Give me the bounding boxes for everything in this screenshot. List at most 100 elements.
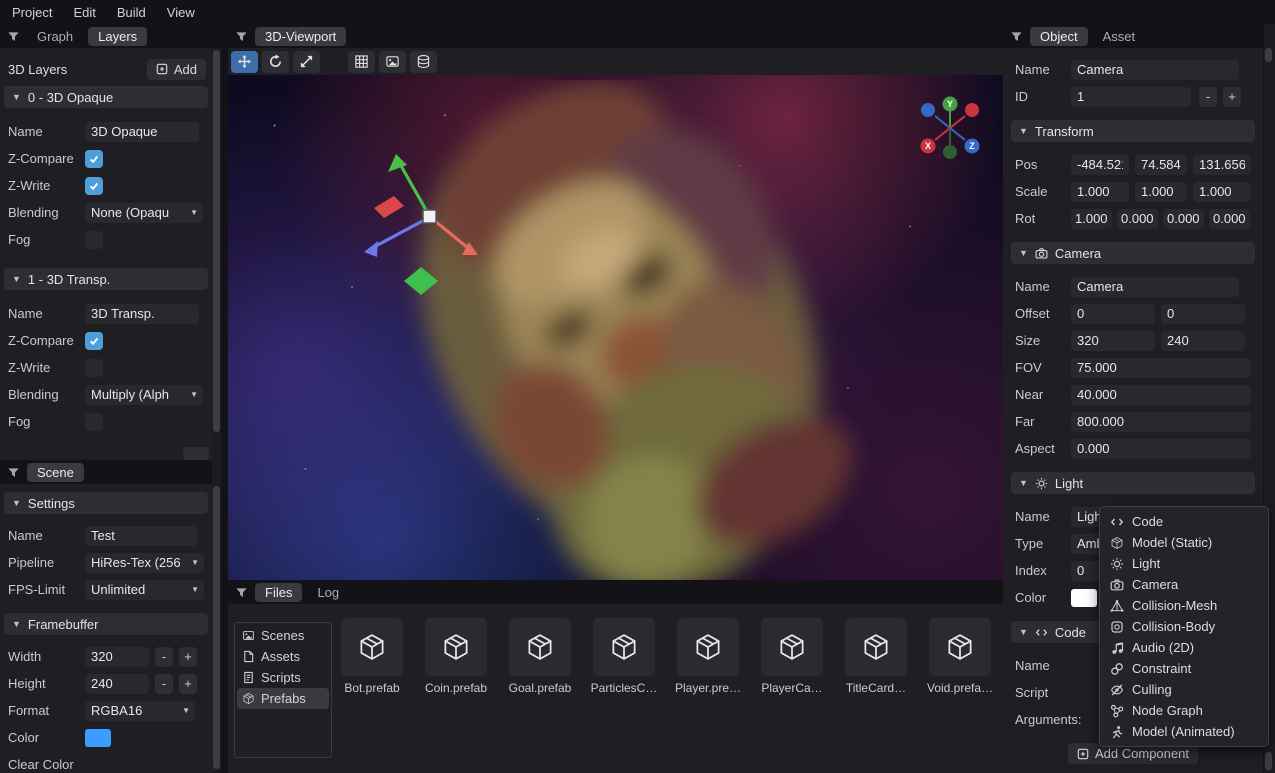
prefab-item[interactable]: TitleCard…	[844, 618, 908, 695]
left-panel-scrollbar[interactable]	[212, 48, 221, 773]
tree-item-prefabs[interactable]: Prefabs	[237, 688, 329, 709]
rot-y-input[interactable]	[1163, 209, 1204, 229]
layer1-z-write-checkbox[interactable]	[85, 359, 103, 377]
prefab-button[interactable]	[425, 618, 487, 676]
menu-view[interactable]: View	[167, 5, 195, 20]
light-color-swatch[interactable]	[1071, 589, 1097, 607]
add-layer-button[interactable]: Add	[147, 59, 206, 80]
filter-icon[interactable]	[235, 586, 248, 599]
prefab-button[interactable]	[341, 618, 403, 676]
menu-item-light[interactable]: Light	[1100, 553, 1268, 574]
width-input[interactable]	[85, 647, 149, 667]
size-w-input[interactable]	[1071, 331, 1155, 351]
menu-item-culling[interactable]: Culling	[1100, 679, 1268, 700]
camera-name-input[interactable]	[1071, 277, 1239, 297]
gizmo-center-handle[interactable]	[423, 210, 436, 223]
pos-x-input[interactable]	[1071, 155, 1129, 175]
menu-item-camera[interactable]: Camera	[1100, 574, 1268, 595]
gizmo-plane-handle-red[interactable]	[374, 196, 404, 218]
fov-input[interactable]	[1071, 358, 1251, 378]
object-id-input[interactable]	[1071, 87, 1191, 107]
settings-section-header[interactable]: ▼ Settings	[4, 492, 208, 514]
prefab-item[interactable]: Player.pre…	[676, 618, 740, 695]
light-section-header[interactable]: ▼ Light	[1011, 472, 1255, 494]
far-input[interactable]	[1071, 412, 1251, 432]
format-dropdown[interactable]: RGBA16 ▼	[85, 701, 195, 721]
menu-item-node-graph[interactable]: Node Graph	[1100, 700, 1268, 721]
tab-object[interactable]: Object	[1030, 27, 1088, 46]
layer0-name-input[interactable]	[85, 122, 199, 142]
render-view-button[interactable]	[379, 51, 406, 73]
move-tool-button[interactable]	[231, 51, 258, 73]
tree-item-scripts[interactable]: Scripts	[237, 667, 329, 688]
tree-item-assets[interactable]: Assets	[237, 646, 329, 667]
scrollbar-thumb[interactable]	[1265, 48, 1272, 62]
width-decrement-button[interactable]: -	[155, 647, 173, 667]
menu-item-constraint[interactable]: Constraint	[1100, 658, 1268, 679]
layer0-blending-dropdown[interactable]: None (Opaqu ▼	[85, 203, 203, 223]
prefab-item[interactable]: Coin.prefab	[424, 618, 488, 695]
pos-y-input[interactable]	[1135, 155, 1187, 175]
resources-button[interactable]	[410, 51, 437, 73]
filter-icon[interactable]	[7, 466, 20, 479]
scale-z-input[interactable]	[1193, 182, 1251, 202]
rotate-tool-button[interactable]	[262, 51, 289, 73]
scale-tool-button[interactable]	[293, 51, 320, 73]
gizmo-plane-handle-green[interactable]	[404, 267, 438, 295]
grid-toggle-button[interactable]	[348, 51, 375, 73]
camera-section-header[interactable]: ▼ Camera	[1011, 242, 1255, 264]
layer1-name-input[interactable]	[85, 304, 199, 324]
width-increment-button[interactable]: +	[179, 647, 197, 667]
rot-x-input[interactable]	[1117, 209, 1158, 229]
tab-graph[interactable]: Graph	[27, 27, 83, 46]
prefab-item[interactable]: Goal.prefab	[508, 618, 572, 695]
prefab-button[interactable]	[677, 618, 739, 676]
prefab-button[interactable]	[845, 618, 907, 676]
layer1-blending-dropdown[interactable]: Multiply (Alph ▼	[85, 385, 203, 405]
id-decrement-button[interactable]: -	[1199, 87, 1217, 107]
layer0-z-write-checkbox[interactable]	[85, 177, 103, 195]
height-decrement-button[interactable]: -	[155, 674, 173, 694]
fps-limit-dropdown[interactable]: Unlimited ▼	[85, 580, 204, 600]
prefab-button[interactable]	[929, 618, 991, 676]
menu-build[interactable]: Build	[117, 5, 146, 20]
height-input[interactable]	[85, 674, 149, 694]
tab-layers[interactable]: Layers	[88, 27, 147, 46]
tree-item-scenes[interactable]: Scenes	[237, 625, 329, 646]
scrollbar-thumb[interactable]	[213, 486, 220, 769]
layer-section-header-0[interactable]: ▼ 0 - 3D Opaque	[4, 86, 208, 108]
prefab-button[interactable]	[593, 618, 655, 676]
scrollbar-thumb[interactable]	[1265, 752, 1272, 770]
framebuffer-color-swatch[interactable]	[85, 729, 111, 747]
prefab-item[interactable]: Bot.prefab	[340, 618, 404, 695]
framebuffer-section-header[interactable]: ▼ Framebuffer	[4, 613, 208, 635]
tab-log[interactable]: Log	[307, 583, 349, 602]
menu-edit[interactable]: Edit	[73, 5, 95, 20]
gizmo-axis-z[interactable]	[364, 241, 378, 257]
height-increment-button[interactable]: +	[179, 674, 197, 694]
layer-section-header-1[interactable]: ▼ 1 - 3D Transp.	[4, 268, 208, 290]
tab-scene[interactable]: Scene	[27, 463, 84, 482]
scene-name-input[interactable]	[85, 526, 197, 546]
prefab-item[interactable]: PlayerCa…	[760, 618, 824, 695]
filter-icon[interactable]	[235, 30, 248, 43]
axis-orientation-widget[interactable]: Y X Z	[918, 96, 982, 160]
transform-gizmo[interactable]	[360, 150, 490, 300]
menu-item-collision-mesh[interactable]: Collision-Mesh	[1100, 595, 1268, 616]
rot-z-input[interactable]	[1209, 209, 1250, 229]
filter-icon[interactable]	[1010, 30, 1023, 43]
prefab-item[interactable]: ParticlesC…	[592, 618, 656, 695]
menu-item-audio-2d[interactable]: Audio (2D)	[1100, 637, 1268, 658]
tab-asset[interactable]: Asset	[1093, 27, 1146, 46]
axis-neg-x-ball[interactable]	[965, 103, 979, 117]
prefab-button[interactable]	[509, 618, 571, 676]
filter-icon[interactable]	[7, 30, 20, 43]
menu-item-model-animated[interactable]: Model (Animated)	[1100, 721, 1268, 742]
scrollbar-thumb[interactable]	[213, 50, 220, 432]
pos-z-input[interactable]	[1193, 155, 1251, 175]
size-h-input[interactable]	[1161, 331, 1245, 351]
tab-3d-viewport[interactable]: 3D-Viewport	[255, 27, 346, 46]
pipeline-dropdown[interactable]: HiRes-Tex (256 ▼	[85, 553, 204, 573]
offset-x-input[interactable]	[1071, 304, 1155, 324]
axis-neg-y-ball[interactable]	[943, 145, 957, 159]
